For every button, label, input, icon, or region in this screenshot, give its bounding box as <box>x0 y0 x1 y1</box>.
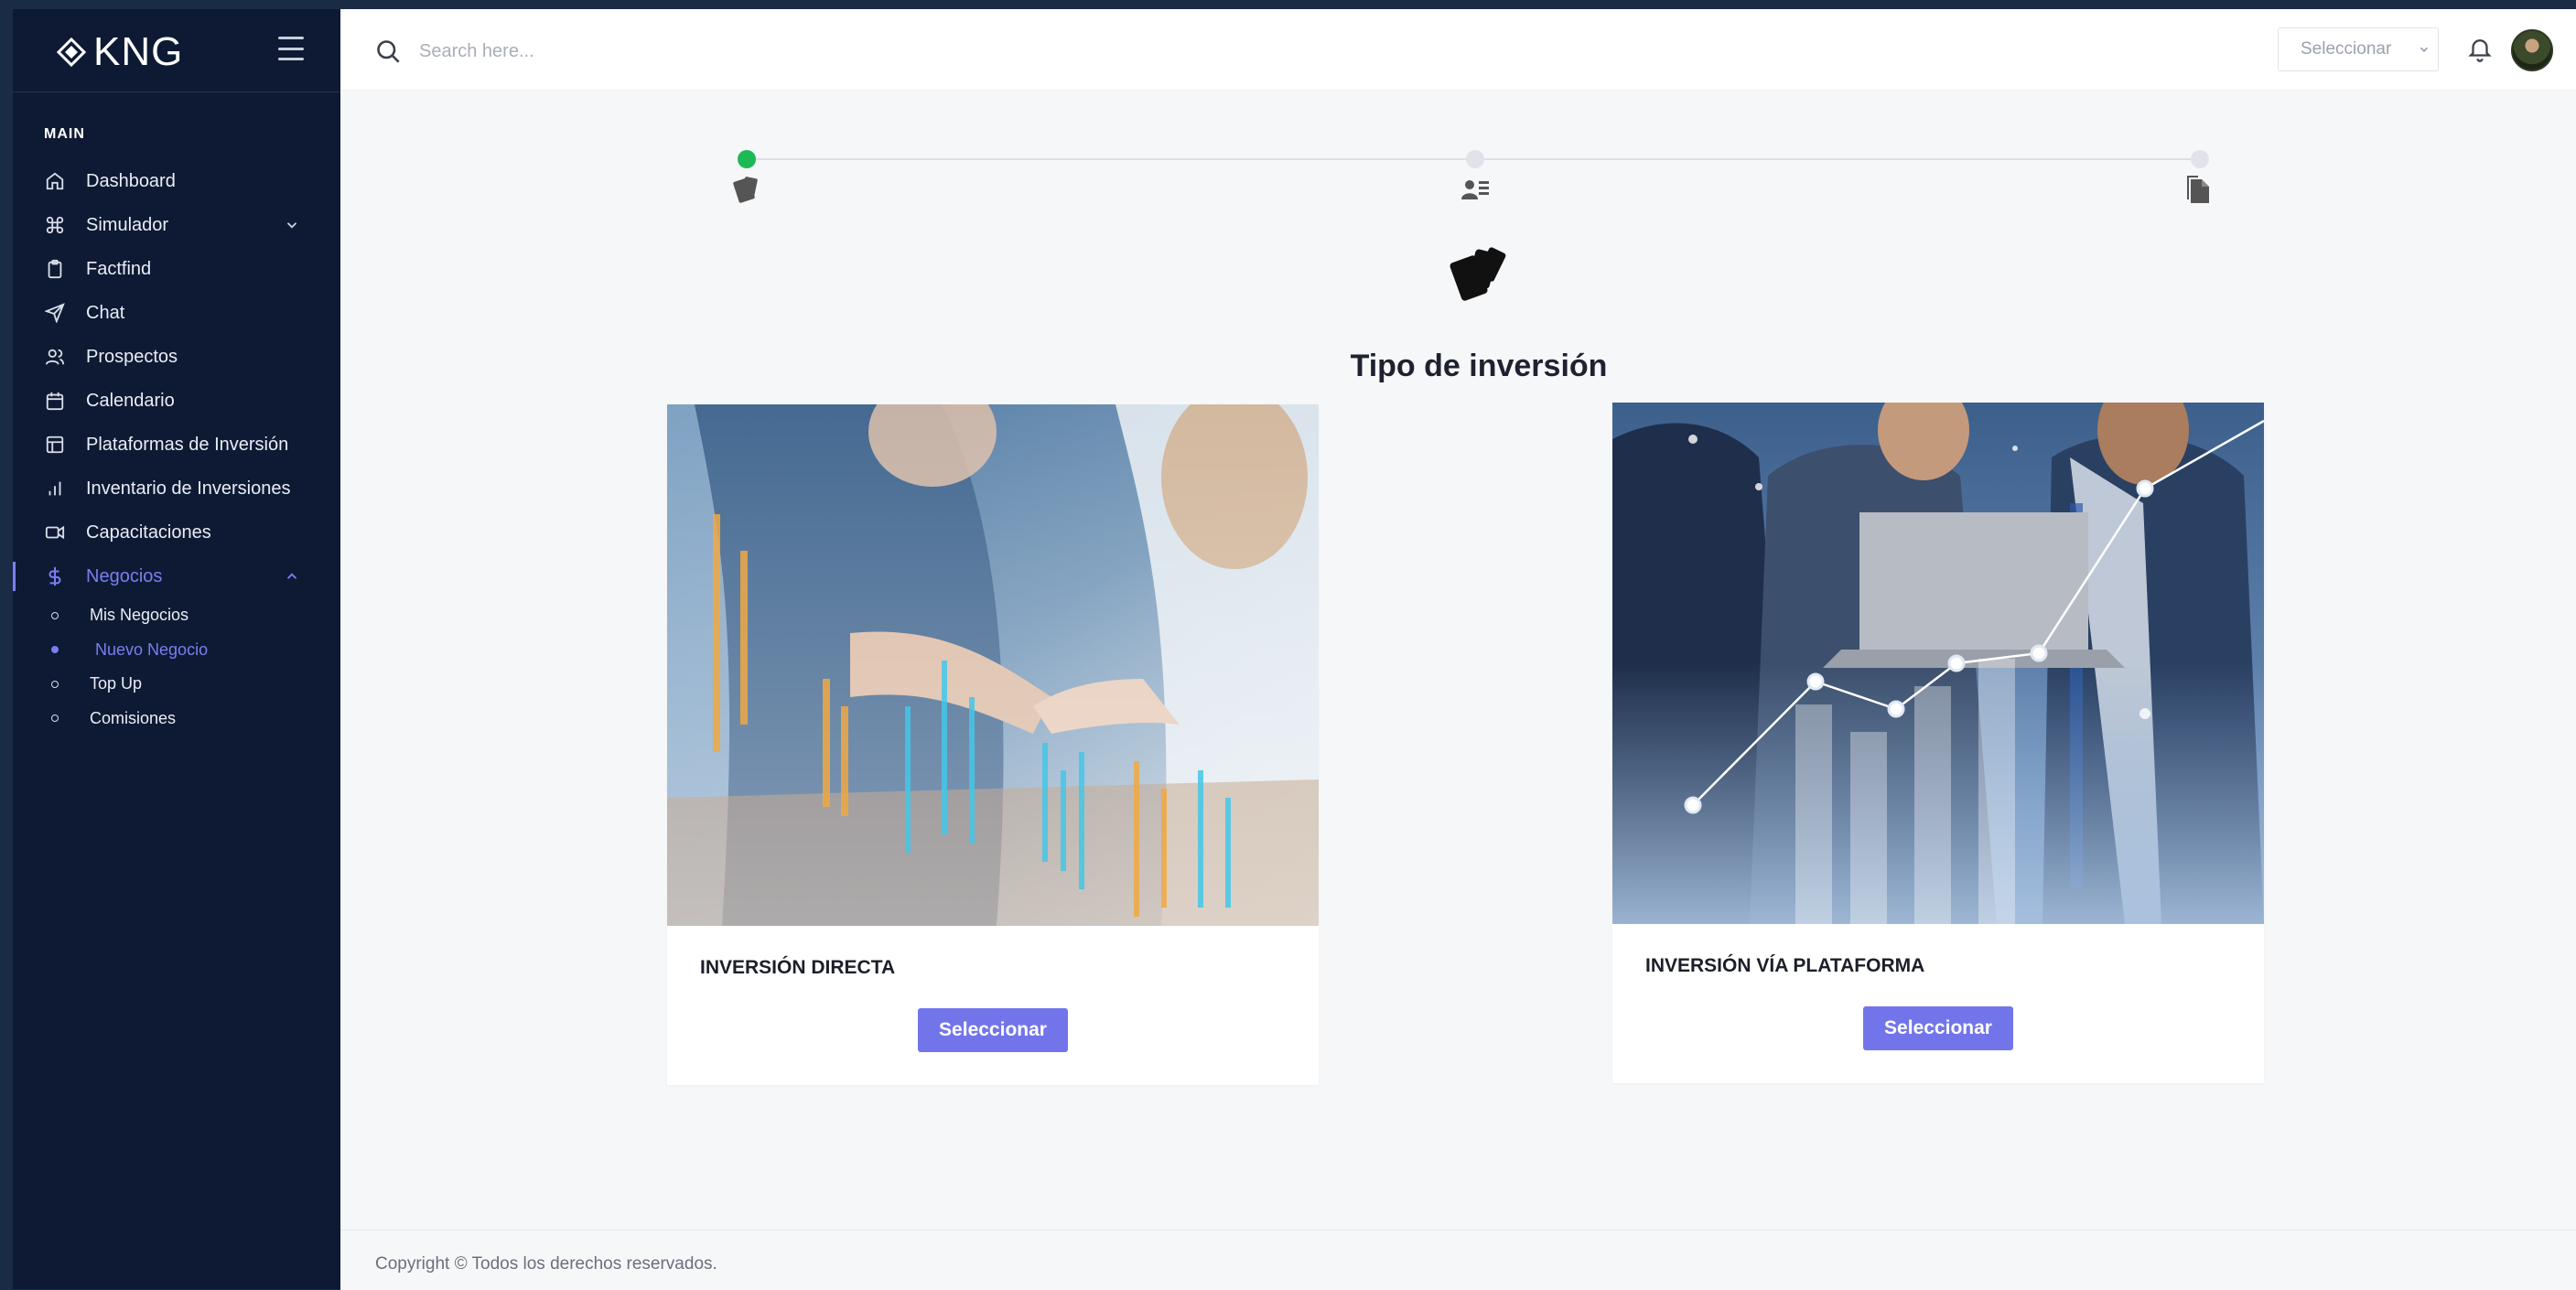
progress-stepper <box>733 148 2209 212</box>
sidebar-item-label: Inventario de Inversiones <box>86 478 291 499</box>
submenu-item-label: Top Up <box>90 674 143 693</box>
submenu-item-label: Comisiones <box>90 708 177 727</box>
diamond-logo-icon <box>57 38 86 67</box>
send-icon <box>43 301 67 325</box>
sidebar-item-negocios[interactable]: Negocios <box>13 554 340 598</box>
step-dot <box>738 150 756 168</box>
menu-toggle-icon[interactable] <box>278 37 304 60</box>
top-select-dropdown[interactable]: Seleccionar <box>2278 27 2439 71</box>
app-frame: KNG MAIN Dashboard Simulador Factfind Ch… <box>13 9 2576 1290</box>
command-icon <box>43 213 67 237</box>
sidebar-item-label: Chat <box>86 302 125 323</box>
bullet-icon <box>51 715 59 723</box>
sidebar: KNG MAIN Dashboard Simulador Factfind Ch… <box>13 9 340 1289</box>
calendar-icon <box>43 389 67 413</box>
business-team-laptop-photo <box>1612 403 2264 924</box>
sidebar-item-label: Plataformas de Inversión <box>86 434 289 455</box>
dollar-icon <box>43 564 67 588</box>
sidebar-item-calendario[interactable]: Calendario <box>13 379 340 423</box>
users-icon <box>43 345 67 369</box>
user-list-icon <box>1461 180 1489 199</box>
footer: Copyright © Todos los derechos reservado… <box>340 1230 2576 1290</box>
user-avatar[interactable] <box>2511 29 2553 71</box>
sidebar-item-label: Prospectos <box>86 346 178 367</box>
cards-icon <box>1450 247 1506 301</box>
submenu-item-mis-negocios[interactable]: Mis Negocios <box>13 598 340 633</box>
investment-card-platform: INVERSIÓN VÍA PLATAFORMA Seleccionar <box>1612 403 2264 1083</box>
step-dot <box>2191 150 2209 168</box>
sidebar-item-label: Negocios <box>86 565 163 586</box>
topbar: Seleccionar <box>340 9 2576 91</box>
brand-header: KNG <box>13 9 340 92</box>
search-icon[interactable] <box>375 38 401 64</box>
bar-chart-icon <box>43 477 67 500</box>
bullet-icon <box>51 680 59 688</box>
select-platform-button[interactable]: Seleccionar <box>1863 1006 2013 1050</box>
sidebar-item-label: Simulador <box>86 214 169 235</box>
submenu-item-top-up[interactable]: Top Up <box>13 667 340 702</box>
copyright-text: Copyright © Todos los derechos reservado… <box>375 1254 717 1274</box>
chevron-down-icon <box>286 222 297 229</box>
sidebar-item-prospectos[interactable]: Prospectos <box>13 335 340 379</box>
sidebar-item-label: Dashboard <box>86 170 176 191</box>
clipboard-icon <box>43 257 67 281</box>
sidebar-item-dashboard[interactable]: Dashboard <box>13 159 340 203</box>
bullet-icon <box>51 646 59 654</box>
home-icon <box>43 169 67 193</box>
submenu-item-nuevo-negocio[interactable]: Nuevo Negocio <box>13 633 340 668</box>
card-title: INVERSIÓN DIRECTA <box>700 957 896 978</box>
video-icon <box>43 521 67 544</box>
negocios-submenu: Mis Negocios Nuevo Negocio Top Up Comisi… <box>13 598 340 736</box>
chevron-up-icon <box>286 573 297 579</box>
select-value: Seleccionar <box>2301 39 2392 59</box>
layout-icon <box>43 433 67 457</box>
submenu-item-comisiones[interactable]: Comisiones <box>13 702 340 736</box>
sidebar-item-label: Factfind <box>86 258 152 279</box>
search-input[interactable] <box>417 35 970 68</box>
logo[interactable]: KNG <box>57 29 183 75</box>
sidebar-item-chat[interactable]: Chat <box>13 291 340 335</box>
sidebar-item-capacitaciones[interactable]: Capacitaciones <box>13 511 340 554</box>
card-title: INVERSIÓN VÍA PLATAFORMA <box>1645 955 1925 976</box>
sidebar-item-inventario[interactable]: Inventario de Inversiones <box>13 467 340 511</box>
investment-card-direct: INVERSIÓN DIRECTA Seleccionar <box>667 404 1319 1085</box>
bell-icon[interactable] <box>2466 35 2494 62</box>
submenu-item-label: Nuevo Negocio <box>95 640 209 659</box>
sidebar-menu: Dashboard Simulador Factfind Chat Prospe… <box>13 159 340 736</box>
brand-name: KNG <box>93 29 184 74</box>
sidebar-item-label: Capacitaciones <box>86 521 211 543</box>
submenu-item-label: Mis Negocios <box>90 606 189 625</box>
document-icon <box>2187 176 2209 203</box>
bullet-icon <box>51 611 59 619</box>
sidebar-item-factfind[interactable]: Factfind <box>13 247 340 291</box>
handshake-photo <box>667 404 1319 926</box>
sidebar-item-label: Calendario <box>86 390 175 411</box>
cards-icon <box>733 177 758 203</box>
page-title: Tipo de inversión <box>1350 348 1608 383</box>
step-dot <box>1466 150 1484 168</box>
sidebar-item-plataformas[interactable]: Plataformas de Inversión <box>13 423 340 467</box>
select-direct-button[interactable]: Seleccionar <box>918 1008 1068 1052</box>
chevron-down-icon <box>2420 47 2429 52</box>
sidebar-item-simulador[interactable]: Simulador <box>13 203 340 247</box>
menu-section-title: MAIN <box>44 126 85 142</box>
